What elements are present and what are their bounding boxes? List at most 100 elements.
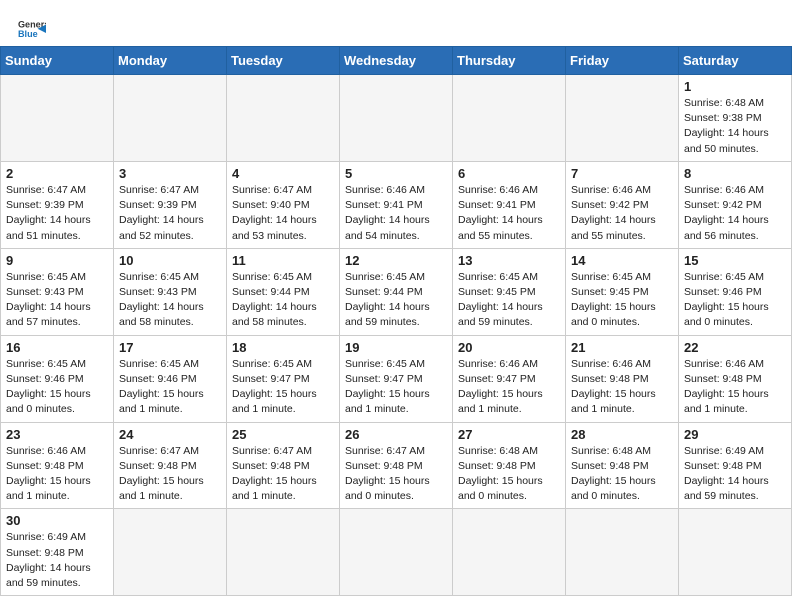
calendar-header-row: SundayMondayTuesdayWednesdayThursdayFrid… <box>1 47 792 75</box>
day-info: Sunrise: 6:46 AM Sunset: 9:42 PM Dayligh… <box>684 183 786 244</box>
day-number: 9 <box>6 253 108 268</box>
calendar-day-cell: 13 Sunrise: 6:45 AM Sunset: 9:45 PM Dayli… <box>453 248 566 335</box>
day-number: 13 <box>458 253 560 268</box>
day-info: Sunrise: 6:47 AM Sunset: 9:39 PM Dayligh… <box>119 183 221 244</box>
calendar-day-cell: 30 Sunrise: 6:49 AM Sunset: 9:48 PM Dayli… <box>1 509 114 596</box>
day-number: 20 <box>458 340 560 355</box>
calendar-week-row: 1Sunrise: 6:48 AM Sunset: 9:38 PM Daylig… <box>1 75 792 162</box>
day-number: 3 <box>119 166 221 181</box>
calendar-day-cell: 1Sunrise: 6:48 AM Sunset: 9:38 PM Daylig… <box>679 75 792 162</box>
page-header: General Blue <box>0 0 792 46</box>
calendar-day-cell: 19Sunrise: 6:45 AM Sunset: 9:47 PM Dayli… <box>340 335 453 422</box>
day-info: Sunrise: 6:45 AM Sunset: 9:43 PM Dayligh… <box>6 270 108 331</box>
day-number: 4 <box>232 166 334 181</box>
day-number: 14 <box>571 253 673 268</box>
weekday-header-monday: Monday <box>114 47 227 75</box>
calendar-day-cell: 14 Sunrise: 6:45 AM Sunset: 9:45 PM Dayli… <box>566 248 679 335</box>
day-info: Sunrise: 6:45 AM Sunset: 9:47 PM Dayligh… <box>232 357 334 418</box>
calendar-day-cell: 8 Sunrise: 6:46 AM Sunset: 9:42 PM Daylig… <box>679 161 792 248</box>
day-number: 21 <box>571 340 673 355</box>
logo: General Blue <box>18 12 50 40</box>
day-info: Sunrise: 6:48 AM Sunset: 9:38 PM Dayligh… <box>684 96 786 157</box>
calendar-day-cell: 12 Sunrise: 6:45 AM Sunset: 9:44 PM Dayli… <box>340 248 453 335</box>
day-number: 7 <box>571 166 673 181</box>
day-info: Sunrise: 6:45 AM Sunset: 9:46 PM Dayligh… <box>6 357 108 418</box>
day-number: 29 <box>684 427 786 442</box>
day-info: Sunrise: 6:49 AM Sunset: 9:48 PM Dayligh… <box>6 530 108 591</box>
calendar-day-cell <box>227 509 340 596</box>
day-number: 11 <box>232 253 334 268</box>
calendar-day-cell: 5 Sunrise: 6:46 AM Sunset: 9:41 PM Daylig… <box>340 161 453 248</box>
day-info: Sunrise: 6:45 AM Sunset: 9:43 PM Dayligh… <box>119 270 221 331</box>
day-number: 24 <box>119 427 221 442</box>
calendar-day-cell: 16 Sunrise: 6:45 AM Sunset: 9:46 PM Dayli… <box>1 335 114 422</box>
day-number: 19 <box>345 340 447 355</box>
day-number: 10 <box>119 253 221 268</box>
day-info: Sunrise: 6:45 AM Sunset: 9:44 PM Dayligh… <box>345 270 447 331</box>
general-blue-logo-icon: General Blue <box>18 12 46 40</box>
day-info: Sunrise: 6:45 AM Sunset: 9:46 PM Dayligh… <box>119 357 221 418</box>
day-number: 6 <box>458 166 560 181</box>
calendar-day-cell <box>1 75 114 162</box>
calendar-day-cell: 29 Sunrise: 6:49 AM Sunset: 9:48 PM Dayli… <box>679 422 792 509</box>
day-number: 18 <box>232 340 334 355</box>
day-info: Sunrise: 6:45 AM Sunset: 9:45 PM Dayligh… <box>571 270 673 331</box>
weekday-header-wednesday: Wednesday <box>340 47 453 75</box>
day-number: 12 <box>345 253 447 268</box>
calendar-day-cell: 17 Sunrise: 6:45 AM Sunset: 9:46 PM Dayli… <box>114 335 227 422</box>
day-info: Sunrise: 6:46 AM Sunset: 9:41 PM Dayligh… <box>458 183 560 244</box>
calendar-day-cell: 7Sunrise: 6:46 AM Sunset: 9:42 PM Daylig… <box>566 161 679 248</box>
calendar-day-cell: 2Sunrise: 6:47 AM Sunset: 9:39 PM Daylig… <box>1 161 114 248</box>
weekday-header-thursday: Thursday <box>453 47 566 75</box>
day-info: Sunrise: 6:46 AM Sunset: 9:48 PM Dayligh… <box>684 357 786 418</box>
day-number: 26 <box>345 427 447 442</box>
day-number: 16 <box>6 340 108 355</box>
calendar-week-row: 2Sunrise: 6:47 AM Sunset: 9:39 PM Daylig… <box>1 161 792 248</box>
day-number: 27 <box>458 427 560 442</box>
calendar-day-cell: 22 Sunrise: 6:46 AM Sunset: 9:48 PM Dayli… <box>679 335 792 422</box>
day-info: Sunrise: 6:46 AM Sunset: 9:41 PM Dayligh… <box>345 183 447 244</box>
day-info: Sunrise: 6:46 AM Sunset: 9:47 PM Dayligh… <box>458 357 560 418</box>
day-info: Sunrise: 6:49 AM Sunset: 9:48 PM Dayligh… <box>684 444 786 505</box>
day-info: Sunrise: 6:48 AM Sunset: 9:48 PM Dayligh… <box>571 444 673 505</box>
day-number: 22 <box>684 340 786 355</box>
calendar-day-cell: 24 Sunrise: 6:47 AM Sunset: 9:48 PM Dayli… <box>114 422 227 509</box>
calendar-day-cell <box>227 75 340 162</box>
calendar-week-row: 23Sunrise: 6:46 AM Sunset: 9:48 PM Dayli… <box>1 422 792 509</box>
calendar-day-cell: 25Sunrise: 6:47 AM Sunset: 9:48 PM Dayli… <box>227 422 340 509</box>
calendar-day-cell: 11Sunrise: 6:45 AM Sunset: 9:44 PM Dayli… <box>227 248 340 335</box>
calendar-day-cell: 26Sunrise: 6:47 AM Sunset: 9:48 PM Dayli… <box>340 422 453 509</box>
day-info: Sunrise: 6:47 AM Sunset: 9:48 PM Dayligh… <box>119 444 221 505</box>
calendar-day-cell: 10 Sunrise: 6:45 AM Sunset: 9:43 PM Dayli… <box>114 248 227 335</box>
calendar-day-cell: 3 Sunrise: 6:47 AM Sunset: 9:39 PM Daylig… <box>114 161 227 248</box>
calendar-day-cell: 20 Sunrise: 6:46 AM Sunset: 9:47 PM Dayli… <box>453 335 566 422</box>
calendar-day-cell: 4 Sunrise: 6:47 AM Sunset: 9:40 PM Daylig… <box>227 161 340 248</box>
day-info: Sunrise: 6:48 AM Sunset: 9:48 PM Dayligh… <box>458 444 560 505</box>
day-number: 28 <box>571 427 673 442</box>
calendar-week-row: 9 Sunrise: 6:45 AM Sunset: 9:43 PM Daylig… <box>1 248 792 335</box>
day-info: Sunrise: 6:45 AM Sunset: 9:45 PM Dayligh… <box>458 270 560 331</box>
svg-text:Blue: Blue <box>18 29 38 39</box>
day-number: 30 <box>6 513 108 528</box>
day-info: Sunrise: 6:46 AM Sunset: 9:48 PM Dayligh… <box>571 357 673 418</box>
calendar-day-cell: 21 Sunrise: 6:46 AM Sunset: 9:48 PM Dayli… <box>566 335 679 422</box>
day-info: Sunrise: 6:47 AM Sunset: 9:39 PM Dayligh… <box>6 183 108 244</box>
calendar-table: SundayMondayTuesdayWednesdayThursdayFrid… <box>0 46 792 596</box>
calendar-day-cell: 6 Sunrise: 6:46 AM Sunset: 9:41 PM Daylig… <box>453 161 566 248</box>
calendar-week-row: 16 Sunrise: 6:45 AM Sunset: 9:46 PM Dayli… <box>1 335 792 422</box>
day-number: 17 <box>119 340 221 355</box>
day-number: 8 <box>684 166 786 181</box>
calendar-day-cell <box>566 75 679 162</box>
calendar-week-row: 30 Sunrise: 6:49 AM Sunset: 9:48 PM Dayli… <box>1 509 792 596</box>
day-info: Sunrise: 6:45 AM Sunset: 9:46 PM Dayligh… <box>684 270 786 331</box>
calendar-day-cell <box>566 509 679 596</box>
calendar-day-cell <box>453 509 566 596</box>
calendar-day-cell: 27 Sunrise: 6:48 AM Sunset: 9:48 PM Dayli… <box>453 422 566 509</box>
weekday-header-saturday: Saturday <box>679 47 792 75</box>
day-info: Sunrise: 6:47 AM Sunset: 9:40 PM Dayligh… <box>232 183 334 244</box>
calendar-day-cell <box>114 75 227 162</box>
day-number: 23 <box>6 427 108 442</box>
calendar-day-cell <box>340 75 453 162</box>
day-info: Sunrise: 6:47 AM Sunset: 9:48 PM Dayligh… <box>232 444 334 505</box>
day-number: 5 <box>345 166 447 181</box>
